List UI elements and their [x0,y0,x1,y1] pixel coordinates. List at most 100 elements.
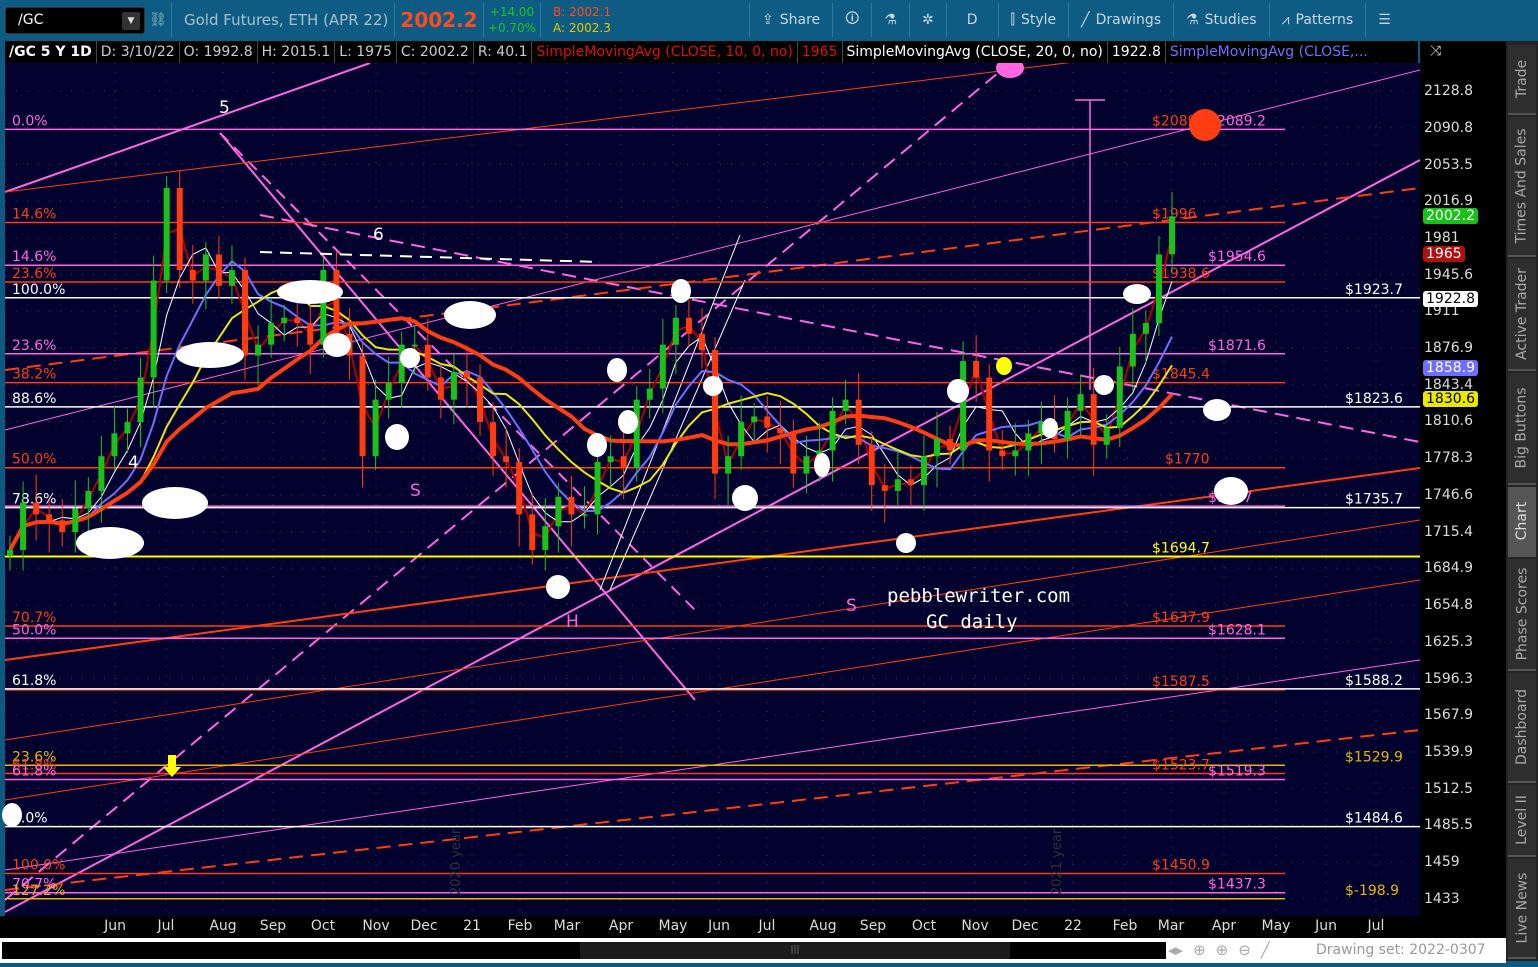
flask-button[interactable]: ⚗ [872,0,909,40]
fib-level-price: $1637.9 [1152,610,1210,626]
candle-body [1025,433,1032,451]
price-tick: 1567.9 [1424,707,1473,724]
pan-icon[interactable]: ◂▸ [1168,941,1183,959]
price-tick: 1512.5 [1424,780,1473,797]
candle-body [176,187,183,271]
sidebar-tab-level-ii[interactable]: Level II [1508,785,1536,857]
candle-body [516,461,523,515]
draw-line-icon[interactable]: ╱ [1261,941,1270,959]
drawings-button[interactable]: ╱ Drawings [1069,0,1173,40]
candle-body [20,502,27,551]
studies-button[interactable]: ⚗ Studies [1174,0,1269,40]
price-tick: 1625.3 [1424,633,1473,650]
wave-label: 4 [128,453,139,473]
time-tick: May [658,918,688,934]
candle-body [1129,333,1136,367]
link-icon[interactable]: ⛓ [145,12,171,28]
candle-body [620,456,627,468]
pattern-label: S [410,481,421,501]
candle-body [960,361,967,451]
time-axis[interactable]: Jun Jul Aug Sep Oct Nov Dec 21 Feb Mar Apr May Jun Ju… [0,916,1420,938]
candle-body [712,350,719,474]
sidebar-tab-big-buttons[interactable]: Big Buttons [1508,373,1536,485]
drawings-label: Drawings [1095,12,1162,28]
sidebar-tab-active-trader[interactable]: Active Trader [1508,259,1536,371]
time-tick: 22 [1064,918,1082,934]
chevron-down-icon[interactable]: ▼ [122,11,140,30]
candle-body [947,439,954,451]
candle-body [150,280,157,378]
candle-body [72,508,79,533]
sidebar-tab-phase-scores[interactable]: Phase Scores [1508,559,1536,671]
sidebar-tab-chart[interactable]: Chart [1508,487,1536,557]
fib-level-price: $1954.6 [1208,249,1266,265]
change-value: +14.00 [489,5,535,19]
fib-level-percent: 61.8% [12,763,56,779]
candle-body [163,187,170,281]
candle-body [1155,254,1162,324]
ask-value: A: 2002.3 [553,21,611,35]
symbol-value: /GC [18,12,44,28]
time-tick: Oct [911,918,937,934]
fib-level-price: $1735.7 [1345,492,1403,508]
legend-high: H: 2015.1 [258,41,336,63]
legend-open: O: 1992.8 [180,41,258,63]
time-tick: Mar [1157,918,1185,934]
fib-level-percent: 100.0% [12,857,65,873]
patterns-icon: ⩘ [1281,12,1290,28]
year-marker: 2020 year [449,828,464,895]
price-chart[interactable]: 0.0% $2089.2$208914.6% $199614.6% $1954.623… [0,63,1420,916]
fib-level-price: $1845.4 [1152,367,1210,383]
year-marker: 2021 year [1050,828,1065,895]
sidebar-tab-trade[interactable]: Trade [1508,45,1536,115]
price-axis[interactable]: ⤨ 2128.8 2090.8 2053.5 2016.9 1981 1945.6 1911… [1420,41,1506,938]
fib-level-price: $1823.6 [1345,391,1403,407]
sidebar-tab-dashboard[interactable]: Dashboard [1508,673,1536,783]
candle-body [215,254,222,286]
fib-level-percent: 61.8% [12,673,56,689]
candle-body [542,526,549,551]
candle-body [999,450,1006,457]
price-tick: 1945.6 [1424,266,1473,283]
change-percent: +0.70% [487,21,537,35]
info-button[interactable]: 🛈 [833,0,871,40]
zoom-out-icon[interactable]: ⊖ [1238,941,1251,959]
time-tick: 21 [463,918,481,934]
patterns-label: Patterns [1295,12,1354,28]
auto-scale-icon[interactable]: ⤨ [1430,43,1441,59]
time-tick: Sep [259,918,287,934]
candle-body [1169,216,1175,255]
candle-body [189,270,196,281]
fib-level-price: $1770 [1165,452,1210,468]
crosshair-icon[interactable]: ⊕ [1193,941,1206,959]
sidebar-tab-times-and-sales[interactable]: Times And Sales [1508,117,1536,257]
sidebar-tab-live-news[interactable]: Live News [1508,859,1536,959]
zoom-in-icon[interactable]: ⊕ [1216,941,1229,959]
menu-button[interactable]: ☰ [1366,0,1403,40]
bid-value: B: 2002.1 [553,5,612,19]
candle-body [437,377,444,400]
fib-level-price: $1523.7 [1152,758,1210,774]
settings-button[interactable]: ✲ [910,0,946,40]
period-button[interactable]: D [947,0,998,40]
scroll-thumb[interactable]: ||| [580,942,1010,959]
style-button[interactable]: ⫿ Style [999,0,1069,40]
price-tick: 1539.9 [1424,743,1473,760]
patterns-button[interactable]: ⩘ Patterns [1270,0,1366,40]
sidebar-tab-label: Trade [1514,59,1530,99]
price-badge: 2002.2 [1423,208,1478,225]
candle-body [85,490,92,509]
candle-body [202,254,209,281]
share-button[interactable]: ⇪ Share [750,0,832,40]
wave-label: 5 [219,98,230,118]
candle-body [111,433,118,457]
legend-sma3: SimpleMovingAvg (CLOSE,... [1169,44,1368,60]
candle-body [907,479,914,486]
drawing-set[interactable]: Drawing set: 2022-0307 [1316,942,1486,958]
candle-body [855,399,862,445]
candle-body [450,371,457,400]
candle-body [777,427,784,434]
chart-scrollbar[interactable]: ||| ◂▸ ⊕ ⊕ ⊖ ╱ Drawing set: 2022-0307 [0,938,1506,963]
symbol-selector[interactable]: /GC ▼ [5,6,145,34]
fib-level-price: $1484.6 [1345,811,1403,827]
